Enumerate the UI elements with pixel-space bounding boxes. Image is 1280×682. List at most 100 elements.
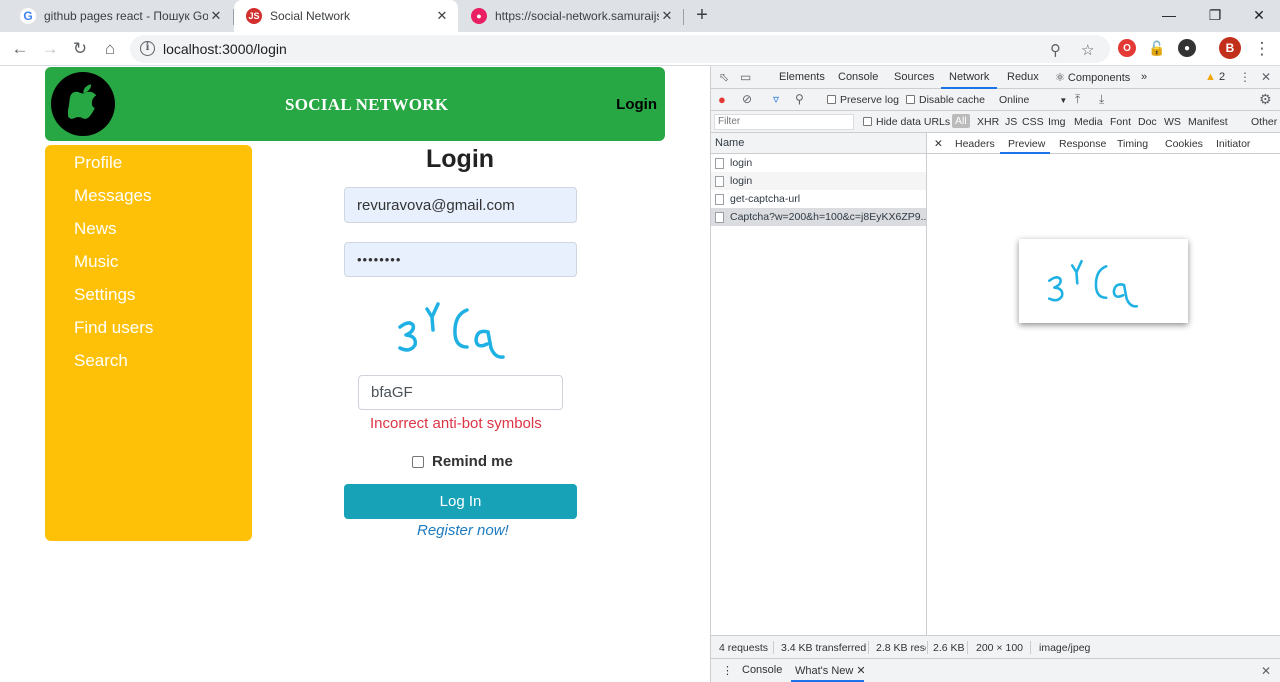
type-filter-css[interactable]: CSS xyxy=(1022,116,1044,128)
register-link[interactable]: Register now! xyxy=(417,522,509,539)
throttle-select[interactable]: Online ▼ xyxy=(999,94,1067,106)
drawer-close-icon[interactable]: ✕ xyxy=(1261,664,1271,678)
close-icon[interactable]: ✕ xyxy=(659,8,675,24)
devtools-tab-components[interactable]: ⚛ Components xyxy=(1055,71,1130,84)
components-label: Components xyxy=(1067,72,1131,84)
detail-tab-timing[interactable]: Timing xyxy=(1117,138,1148,150)
filter-input[interactable]: Filter xyxy=(714,114,854,130)
device-toolbar-icon[interactable]: ▭ xyxy=(740,70,751,84)
settings-gear-icon[interactable]: ⚙ xyxy=(1259,91,1272,108)
clear-icon[interactable]: ⊘ xyxy=(742,92,752,106)
type-filter-img[interactable]: Img xyxy=(1048,116,1066,128)
close-icon[interactable]: ✕ xyxy=(434,8,450,24)
drawer-tab-whats-new[interactable]: What's New ✕ xyxy=(795,664,866,677)
opera-extension-icon[interactable]: O xyxy=(1118,39,1136,57)
browser-tab-google[interactable]: G github pages react - Пошук Goo ✕ xyxy=(8,0,232,32)
reload-icon[interactable]: ↻ xyxy=(68,37,92,61)
menu-icon[interactable]: ⋮ xyxy=(1250,37,1274,61)
devtools-tab-sources[interactable]: Sources xyxy=(894,71,934,83)
site-title: SOCIAL NETWORK xyxy=(285,95,449,114)
sidebar-item-messages[interactable]: Messages xyxy=(74,186,151,206)
email-field[interactable]: revuravova@gmail.com xyxy=(344,187,577,223)
forward-icon[interactable]: → xyxy=(38,37,62,61)
filter-icon[interactable]: ▿ xyxy=(773,92,779,106)
detail-tab-cookies[interactable]: Cookies xyxy=(1165,138,1203,150)
devtools-close-icon[interactable]: ✕ xyxy=(1261,70,1271,84)
more-tabs-icon[interactable]: » xyxy=(1141,71,1147,83)
search-icon[interactable]: ⚲ xyxy=(795,92,804,106)
star-icon[interactable]: ☆ xyxy=(1081,41,1094,59)
type-filter-ws[interactable]: WS xyxy=(1164,116,1181,128)
lock-extension-icon[interactable]: 🔓 xyxy=(1148,39,1166,57)
preserve-log-checkbox[interactable] xyxy=(827,95,836,104)
devtools-tab-network[interactable]: Network xyxy=(949,71,989,83)
request-row[interactable]: login xyxy=(711,172,926,190)
detail-tab-headers[interactable]: Headers xyxy=(955,138,995,150)
devtools-tab-redux[interactable]: Redux xyxy=(1007,71,1039,83)
browser-tab-samurai[interactable]: ● https://social-network.samuraijs.c ✕ xyxy=(459,0,683,32)
captcha-input[interactable]: bfaGF xyxy=(358,375,563,410)
back-icon[interactable]: ← xyxy=(8,37,32,61)
new-tab-button[interactable]: + xyxy=(690,4,714,28)
type-filter-js[interactable]: JS xyxy=(1005,116,1017,128)
site-info-icon[interactable]: i xyxy=(140,41,155,56)
close-icon[interactable]: ✕ xyxy=(856,665,865,677)
hide-data-urls-toggle[interactable]: Hide data URLs xyxy=(863,116,950,128)
drawer-menu-icon[interactable]: ⋮ xyxy=(722,664,733,677)
preserve-log-toggle[interactable]: Preserve log xyxy=(827,94,899,106)
disable-cache-checkbox[interactable] xyxy=(906,95,915,104)
restore-icon[interactable]: ❐ xyxy=(1192,0,1238,32)
import-har-icon[interactable]: ⤒ xyxy=(1075,92,1080,107)
close-icon[interactable]: ✕ xyxy=(208,8,224,24)
key-icon[interactable]: ⚲ xyxy=(1050,41,1061,59)
sidebar-item-find-users[interactable]: Find users xyxy=(74,318,153,338)
sidebar-item-news[interactable]: News xyxy=(74,219,117,239)
profile-avatar[interactable]: B xyxy=(1219,37,1241,59)
sidebar-item-settings[interactable]: Settings xyxy=(74,285,135,305)
detail-tab-initiator[interactable]: Initiator xyxy=(1216,138,1250,150)
type-filter-media[interactable]: Media xyxy=(1074,116,1103,128)
sidebar-item-profile[interactable]: Profile xyxy=(74,153,122,173)
type-filter-manifest[interactable]: Manifest xyxy=(1188,116,1228,128)
header-login-link[interactable]: Login xyxy=(616,96,657,113)
request-row[interactable]: login xyxy=(711,154,926,172)
disable-cache-toggle[interactable]: Disable cache xyxy=(906,94,985,106)
remember-me-label[interactable]: Remind me xyxy=(432,453,513,470)
devtools-menu-icon[interactable]: ⋮ xyxy=(1239,70,1251,84)
close-window-icon[interactable]: ✕ xyxy=(1236,0,1280,32)
remember-me-checkbox[interactable] xyxy=(412,455,424,468)
warnings-badge[interactable]: ▲ 2 xyxy=(1205,71,1225,83)
detail-tab-response[interactable]: Response xyxy=(1059,138,1106,150)
login-button[interactable]: Log In xyxy=(344,484,577,519)
minimize-icon[interactable]: — xyxy=(1146,0,1192,32)
type-filter-other[interactable]: Other xyxy=(1251,116,1277,128)
detail-tab-preview[interactable]: Preview xyxy=(1008,138,1045,150)
devtools-tab-elements[interactable]: Elements xyxy=(779,71,825,83)
inspect-icon[interactable]: ⬁ xyxy=(719,70,729,84)
tab-title: https://social-network.samuraijs.c xyxy=(495,9,659,23)
browser-tab-social-network[interactable]: JS Social Network ✕ xyxy=(234,0,458,32)
home-icon[interactable]: ⌂ xyxy=(98,37,122,61)
drawer-tab-console[interactable]: Console xyxy=(742,664,782,676)
type-filter-xhr[interactable]: XHR xyxy=(977,116,999,128)
address-bar[interactable]: i localhost:3000/login ⚲ ☆ xyxy=(130,35,1110,63)
url-text[interactable]: localhost:3000/login xyxy=(163,41,287,57)
devtools-panel: ⬁ ▭ Elements Console Sources Network Red… xyxy=(710,66,1280,682)
export-har-icon[interactable]: ⤓ xyxy=(1099,92,1104,107)
request-row-selected[interactable]: Captcha?w=200&h=100&c=j8EyKX6ZP9... xyxy=(711,208,926,226)
record-icon[interactable]: ● xyxy=(718,92,726,107)
request-row[interactable]: get-captcha-url xyxy=(711,190,926,208)
close-details-icon[interactable]: ✕ xyxy=(934,138,943,150)
type-filter-doc[interactable]: Doc xyxy=(1138,116,1157,128)
image-size: 2.6 KB xyxy=(933,642,965,654)
password-field[interactable]: •••••••• xyxy=(344,242,577,277)
hide-data-urls-label: Hide data URLs xyxy=(876,116,951,128)
sidebar-item-music[interactable]: Music xyxy=(74,252,118,272)
hide-data-urls-checkbox[interactable] xyxy=(863,117,872,126)
type-filter-all[interactable]: All xyxy=(952,114,970,128)
type-filter-font[interactable]: Font xyxy=(1110,116,1131,128)
name-column-header[interactable]: Name xyxy=(711,133,926,154)
devtools-tab-console[interactable]: Console xyxy=(838,71,878,83)
sidebar-item-search[interactable]: Search xyxy=(74,351,128,371)
shield-extension-icon[interactable]: ● xyxy=(1178,39,1196,57)
